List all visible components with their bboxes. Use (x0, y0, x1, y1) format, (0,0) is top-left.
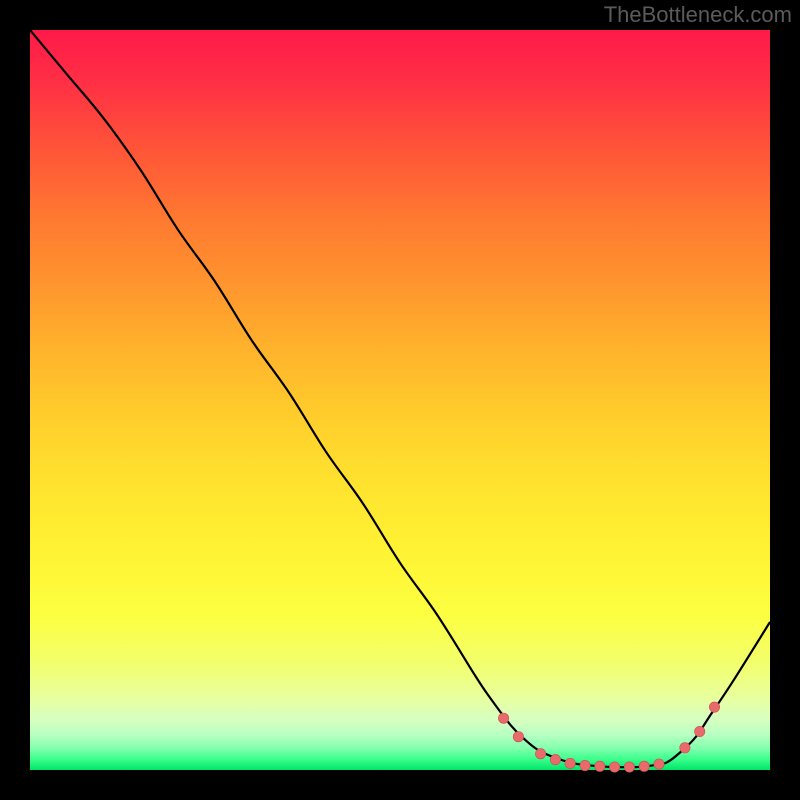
curve-marker-dot (695, 726, 705, 736)
curve-marker-dot (609, 762, 619, 772)
curve-marker-dot (535, 749, 545, 759)
curve-marker-dot (709, 702, 719, 712)
curve-marker-dot (513, 732, 523, 742)
curve-marker-dot (498, 713, 508, 723)
chart-svg (0, 0, 800, 800)
curve-marker-dot (624, 762, 634, 772)
curve-marker-dot (654, 759, 664, 769)
curve-marker-dot (550, 754, 560, 764)
curve-marker-dot (580, 760, 590, 770)
chart-stage: TheBottleneck.com (0, 0, 800, 800)
watermark-text: TheBottleneck.com (604, 2, 792, 28)
curve-marker-dot (680, 743, 690, 753)
gradient-background (30, 30, 770, 770)
curve-marker-dot (595, 761, 605, 771)
curve-marker-dot (565, 758, 575, 768)
curve-marker-dot (639, 761, 649, 771)
